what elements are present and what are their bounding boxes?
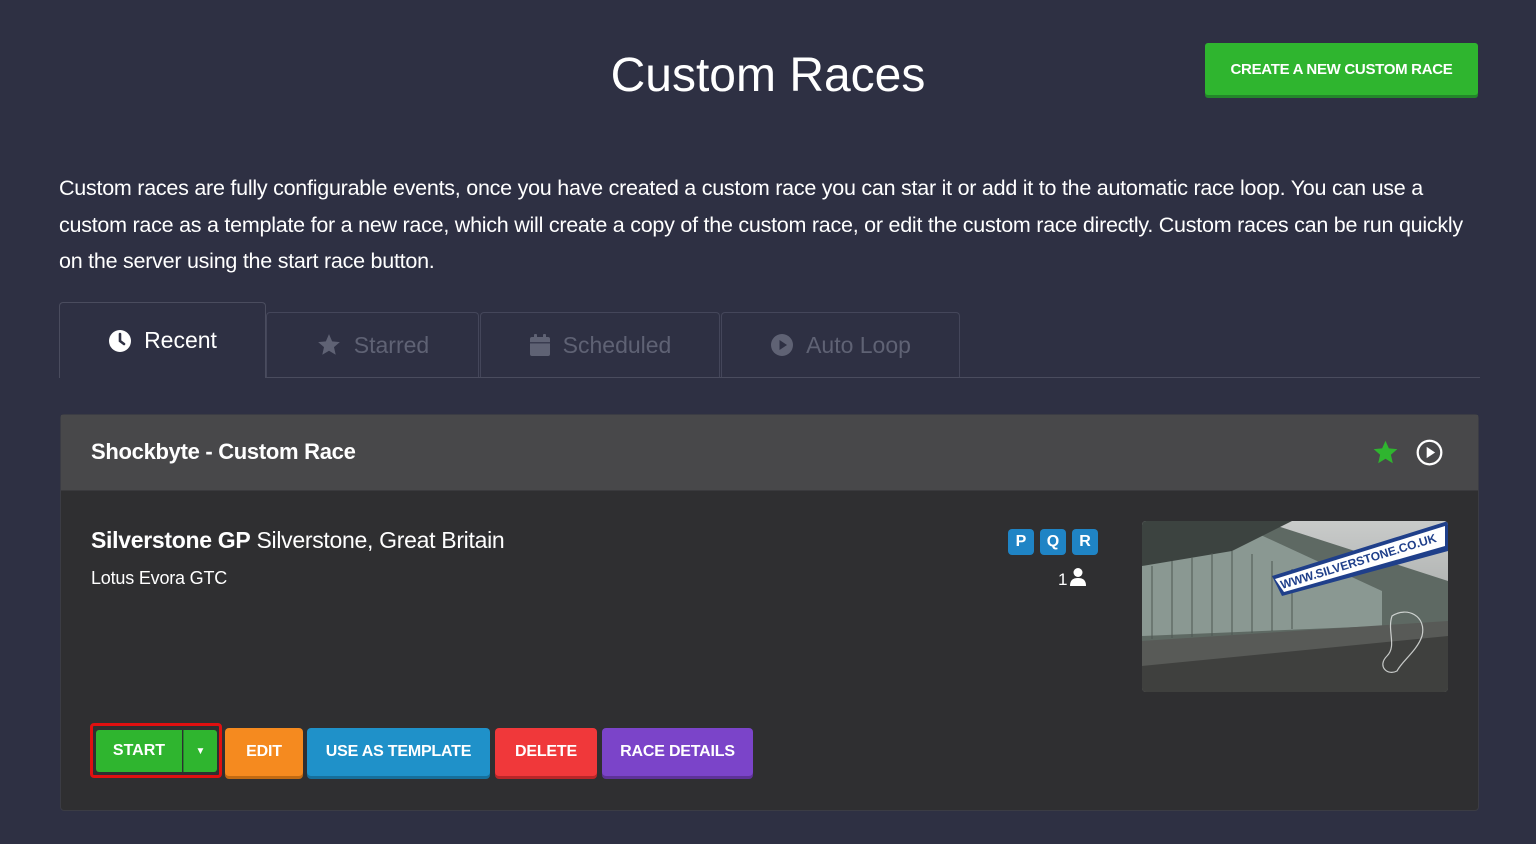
tab-label-starred: Starred <box>353 331 430 358</box>
play-circle-icon <box>770 333 794 357</box>
driver-count-value: 1 <box>1058 569 1068 589</box>
session-badge-practice: P <box>1008 529 1034 555</box>
session-badges: P Q R <box>1008 529 1098 555</box>
user-icon <box>1069 567 1087 592</box>
session-badge-qualifying: Q <box>1040 529 1066 555</box>
track-name: Silverstone GP <box>91 527 251 553</box>
edit-button[interactable]: EDIT <box>225 728 303 776</box>
star-icon <box>316 332 342 358</box>
clock-icon <box>108 329 132 353</box>
use-as-template-button[interactable]: USE AS TEMPLATE <box>307 728 490 776</box>
calendar-icon <box>529 333 551 357</box>
tab-scheduled[interactable]: Scheduled <box>480 312 720 377</box>
star-icon[interactable] <box>1372 439 1399 466</box>
start-button-group: START ▼ <box>90 723 222 778</box>
car-name: Lotus Evora GTC <box>91 568 228 588</box>
create-custom-race-button[interactable]: CREATE A NEW CUSTOM RACE <box>1205 43 1478 95</box>
tab-starred[interactable]: Starred <box>266 312 479 377</box>
play-circle-icon[interactable] <box>1416 439 1443 466</box>
track-location: Silverstone, Great Britain <box>256 527 505 553</box>
track-info: Silverstone GP Silverstone, Great Britai… <box>91 527 505 554</box>
track-image: WWW.SILVERSTONE.CO.UK <box>1142 521 1448 692</box>
custom-race-card: Shockbyte - Custom Race Silverstone GP S… <box>60 414 1479 811</box>
intro-text: Custom races are fully configurable even… <box>59 176 1463 273</box>
race-title: Shockbyte - Custom Race <box>91 439 356 464</box>
caret-down-icon: ▼ <box>195 745 206 757</box>
card-header: Shockbyte - Custom Race <box>61 415 1478 491</box>
delete-button[interactable]: DELETE <box>495 728 597 776</box>
tab-label-auto-loop: Auto Loop <box>806 331 911 358</box>
tab-recent[interactable]: Recent <box>59 302 266 378</box>
tab-label-recent: Recent <box>144 327 217 353</box>
race-details-button[interactable]: RACE DETAILS <box>602 728 753 776</box>
start-dropdown-button[interactable]: ▼ <box>183 730 217 772</box>
tab-auto-loop[interactable]: Auto Loop <box>721 312 960 377</box>
race-tabs: Recent Starred Scheduled Auto Loop <box>59 302 1480 378</box>
driver-count: 1 <box>1058 567 1087 592</box>
session-badge-race: R <box>1072 529 1098 555</box>
tab-label-scheduled: Scheduled <box>562 331 672 358</box>
start-button[interactable]: START <box>96 730 182 772</box>
